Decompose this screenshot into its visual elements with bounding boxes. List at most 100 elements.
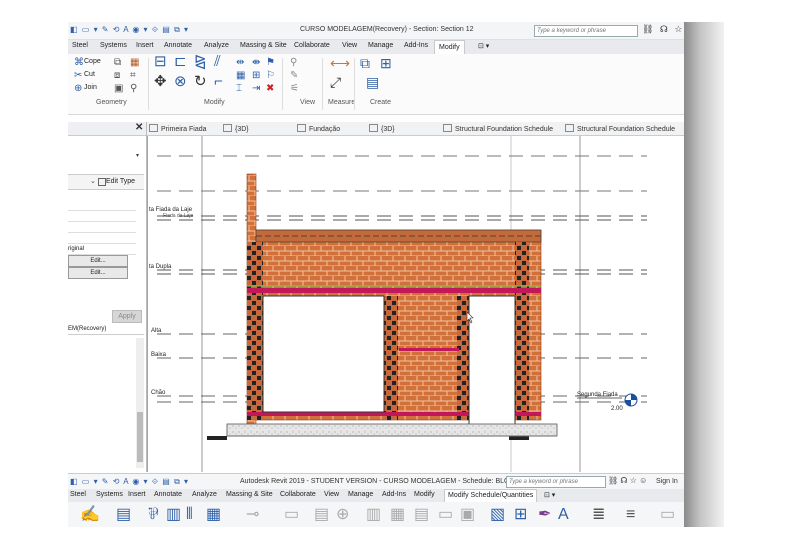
tab-systems[interactable]: Systems	[96, 491, 123, 498]
trim-multiple-icon[interactable]: ⌶	[236, 83, 242, 95]
delete-row-icon[interactable]: ▦	[390, 506, 405, 524]
insert-row-icon[interactable]: ▥	[366, 506, 381, 524]
search-input[interactable]: Type a keyword or phrase	[534, 25, 638, 37]
hide-icon[interactable]: ⚲	[290, 57, 297, 69]
align-icon[interactable]: ⊟	[154, 54, 167, 69]
trim-icon[interactable]: ⌐	[214, 74, 223, 89]
create-group-icon[interactable]: ▤	[366, 75, 379, 89]
tab-manage[interactable]: Manage	[348, 491, 373, 498]
merge-icon[interactable]: ▭	[438, 506, 453, 524]
join-button[interactable]: Join	[84, 84, 97, 91]
properties-icon[interactable]: ✍	[80, 506, 100, 524]
hide-column-icon[interactable]: ▤	[314, 506, 329, 524]
delete-icon[interactable]: ✖	[266, 83, 274, 95]
remove-paint-icon[interactable]: ⚲	[130, 83, 137, 95]
tab-collaborate[interactable]: Collaborate	[294, 42, 330, 49]
rotate-icon[interactable]: ↻	[194, 74, 207, 89]
format-unit-icon[interactable]: ⅌	[148, 506, 158, 524]
sign-in-link[interactable]: Sign In	[656, 478, 678, 485]
split-icon[interactable]: ⇹	[236, 57, 244, 69]
search-input[interactable]: Type a keyword or phrase	[506, 476, 606, 488]
insert-column-icon[interactable]: ▦	[206, 506, 221, 524]
edit-button-2[interactable]: Edit...	[68, 267, 128, 279]
apply-button[interactable]: Apply	[112, 310, 142, 323]
align-horizontal-icon[interactable]: ≣	[592, 506, 605, 524]
split-face-icon[interactable]: ⧈	[114, 70, 120, 82]
aligned-dimension-icon[interactable]: ⟷	[330, 56, 350, 70]
paint-icon[interactable]: ▣	[114, 83, 123, 95]
extend-icon[interactable]: ⇥	[252, 83, 260, 95]
pin-icon[interactable]: ⚑	[266, 57, 275, 69]
move-icon[interactable]: ✥	[154, 74, 167, 89]
highlight-icon[interactable]: ▭	[660, 506, 675, 524]
unpin-icon[interactable]: ⚐	[266, 70, 275, 82]
tab-massing-site[interactable]: Massing & Site	[240, 42, 287, 49]
unhide-icon[interactable]: ⊕	[336, 506, 349, 524]
linework-icon[interactable]: ⚟	[290, 83, 299, 95]
combine-parameters-icon[interactable]: ⫴	[186, 506, 193, 524]
type-selector-arrow[interactable]: ▾	[136, 152, 139, 159]
quick-access-toolbar[interactable]: ◧ ▭ ▾ ✎ ⟲ A ◉ ▾ ⟐ ▤ ⧉ ▾	[70, 477, 189, 487]
section-view-canvas[interactable]: ta Fiada da Laje Fiada da Laje ta Dupla …	[147, 136, 684, 472]
tab-modify[interactable]: Modify	[414, 491, 435, 498]
tab-steel[interactable]: Steel	[70, 491, 86, 498]
ribbon-options-icon[interactable]: ⊡ ▾	[544, 491, 555, 499]
shading-icon[interactable]: ✒	[538, 506, 551, 524]
clear-cell-icon[interactable]: ▧	[490, 506, 505, 524]
tab-view[interactable]: View	[324, 491, 339, 498]
close-icon[interactable]: ✕	[135, 122, 143, 133]
tab-collaborate[interactable]: Collaborate	[280, 491, 316, 498]
tab-view[interactable]: View	[342, 42, 357, 49]
offset-icon[interactable]: ⊏	[174, 54, 187, 69]
view-tab-3d-2[interactable]: {3D}	[369, 124, 395, 133]
copy-icon[interactable]: ⊗	[174, 74, 187, 89]
uncut-icon[interactable]: ⧉	[114, 57, 121, 69]
group-icon[interactable]: ⊞	[514, 506, 527, 524]
tab-add-ins[interactable]: Add-Ins	[404, 42, 428, 49]
demolish-icon[interactable]: ⌗	[130, 70, 136, 82]
cope-button[interactable]: Cope	[84, 58, 101, 65]
tab-modify-schedule-quantities[interactable]: Modify Schedule/Quantities	[444, 489, 538, 502]
view-tab-structural-foundation-schedule[interactable]: Structural Foundation Schedule	[443, 124, 553, 133]
tab-steel[interactable]: Steel	[72, 42, 88, 49]
override-icon[interactable]: ✎	[290, 70, 298, 82]
array-icon[interactable]: ▦	[236, 70, 245, 82]
tab-modify[interactable]: Modify	[434, 40, 465, 54]
tab-analyze[interactable]: Analyze	[192, 491, 217, 498]
font-icon[interactable]: A	[558, 506, 569, 524]
create-assembly-icon[interactable]: ⧉	[360, 56, 370, 70]
quick-access-toolbar[interactable]: ◧ ▭ ▾ ✎ ⟲ A ◉ ▾ ⟐ ▤ ⧉ ▾	[70, 25, 189, 35]
tab-insert[interactable]: Insert	[128, 491, 146, 498]
property-row[interactable]: riginal	[68, 244, 136, 255]
insert-image-icon[interactable]: ▣	[460, 506, 475, 524]
scale-icon[interactable]: ⊞	[252, 70, 260, 82]
cut-button[interactable]: Cut	[84, 71, 95, 78]
view-tab-3d[interactable]: {3D}	[223, 124, 249, 133]
calculated-icon[interactable]: ▥	[166, 506, 181, 524]
split-gap-icon[interactable]: ⇼	[252, 57, 260, 69]
property-row[interactable]	[68, 222, 136, 233]
type-properties-icon[interactable]: ▤	[116, 506, 131, 524]
view-tab-primeira-fiada[interactable]: Primeira Fiada	[149, 124, 207, 133]
tab-annotate[interactable]: Annotate	[154, 491, 182, 498]
mirror-draw-icon[interactable]: ⫽	[214, 54, 221, 69]
tab-manage[interactable]: Manage	[368, 42, 393, 49]
mirror-axis-icon[interactable]: ⧎	[194, 54, 207, 69]
tab-insert[interactable]: Insert	[136, 42, 154, 49]
delete-column-icon[interactable]: ⊸	[246, 506, 259, 524]
measure-icon[interactable]: ⤢	[330, 75, 341, 89]
wall-join-icon[interactable]: ▦	[130, 57, 139, 69]
edit-type-button[interactable]: Edit Type	[106, 178, 135, 185]
chevron-down-icon[interactable]: ⌄	[90, 177, 96, 185]
view-tab-fundacao[interactable]: Fundação	[297, 124, 340, 133]
property-row[interactable]	[68, 233, 136, 244]
ribbon-options-icon[interactable]: ⊡ ▾	[478, 42, 489, 50]
tab-annotate[interactable]: Annotate	[164, 42, 192, 49]
tab-systems[interactable]: Systems	[100, 42, 127, 49]
scrollbar-thumb[interactable]	[137, 412, 143, 462]
resize-row-icon[interactable]: ▤	[414, 506, 429, 524]
tab-massing-site[interactable]: Massing & Site	[226, 491, 273, 498]
resize-icon[interactable]: ▭	[284, 506, 299, 524]
view-tab-structural-foundation-schedule-2[interactable]: Structural Foundation Schedule	[565, 124, 675, 133]
tab-add-ins[interactable]: Add-Ins	[382, 491, 406, 498]
